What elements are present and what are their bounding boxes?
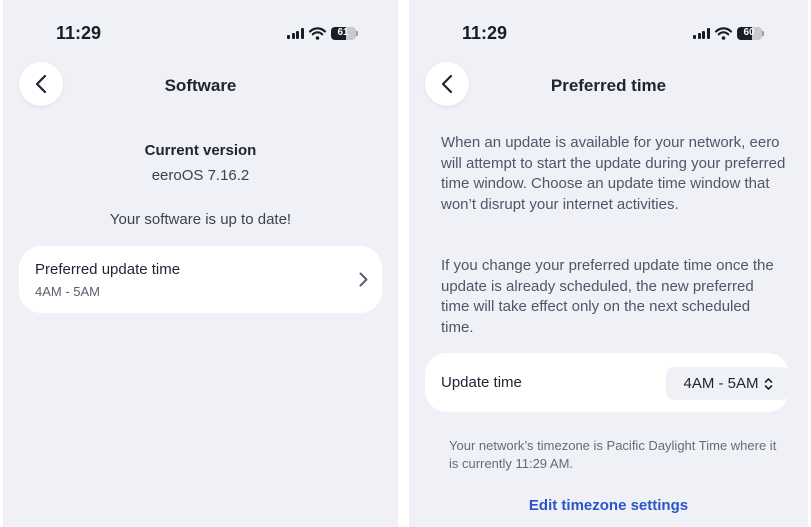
wifi-icon: [308, 26, 326, 40]
update-time-value: 4AM - 5AM: [683, 375, 759, 392]
update-status-message: Your software is up to date!: [109, 211, 292, 228]
update-time-select[interactable]: 4AM - 5AM: [666, 367, 790, 400]
status-icons: 60: [693, 25, 764, 41]
timezone-note: Your network’s timezone is Pacific Dayli…: [449, 438, 777, 471]
preferred-update-time-row[interactable]: Preferred update time 4AM - 5AM: [19, 246, 382, 313]
battery-icon: 61: [330, 26, 358, 40]
status-time: 11:29: [462, 23, 508, 43]
preferred-time-screen: 11:29 60 Preferred time When an update i…: [409, 0, 808, 527]
battery-nub: [355, 30, 358, 36]
status-icons: 61: [287, 25, 358, 41]
page-title: Preferred time: [550, 76, 667, 95]
update-time-row: Update time 4AM - 5AM: [425, 353, 790, 412]
update-time-label: Update time: [441, 374, 522, 391]
battery-percent: 61: [337, 27, 349, 38]
current-version-label: Current version: [144, 142, 257, 159]
chevron-right-icon: [359, 272, 368, 287]
preferred-update-time-value: 4AM - 5AM: [35, 284, 101, 299]
battery-icon: 60: [736, 26, 764, 40]
status-time: 11:29: [56, 23, 102, 43]
battery-nub: [761, 30, 764, 36]
description-paragraph-1: When an update is available for your net…: [441, 134, 786, 213]
description-paragraph-2: If you change your preferred update time…: [441, 257, 774, 336]
battery-indicator: 60: [736, 26, 762, 40]
cellular-signal-icon: [693, 27, 710, 39]
page-title: Software: [164, 76, 237, 95]
edit-timezone-link[interactable]: Edit timezone settings: [409, 497, 808, 514]
preferred-update-time-title: Preferred update time: [35, 261, 181, 278]
software-screen: 11:29 61 Software Current version eeroOS…: [3, 0, 398, 527]
wifi-icon: [714, 26, 732, 40]
cellular-signal-icon: [287, 27, 304, 39]
battery-percent: 60: [743, 27, 755, 38]
battery-indicator: 61: [330, 26, 356, 40]
current-version-value: eeroOS 7.16.2: [151, 167, 250, 184]
chevron-up-down-icon: [764, 377, 772, 390]
